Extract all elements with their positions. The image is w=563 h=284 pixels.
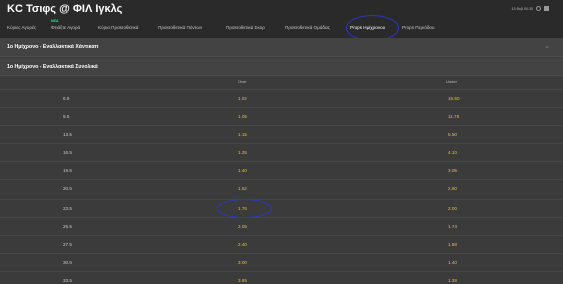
over-odds[interactable]: 1.15 [238, 132, 247, 137]
under-odds[interactable]: 3.05 [448, 168, 457, 173]
column-over: Over [238, 79, 247, 84]
tab-score-props[interactable]: Προϊσοθετικά Σκορ [226, 25, 265, 30]
under-odds[interactable]: 1.74 [448, 224, 457, 229]
betting-page: ΚC Τσιφς @ ΦΙΛ Ιγκλς 13 Φεβ 00:30 Κύριες… [0, 0, 563, 284]
line-value: 13.5 [63, 132, 72, 137]
under-odds[interactable]: 4.10 [448, 150, 457, 155]
table-row: 16.5 1.25 4.10 [0, 143, 563, 161]
line-value: 23.5 [63, 206, 72, 211]
table-row: 27.5 2.40 1.58 [0, 235, 563, 253]
table-row: 26.5 2.05 1.74 [0, 217, 563, 235]
table-row: 23.5 1.76 2.00 [0, 199, 563, 217]
line-value: 6.5 [63, 96, 70, 101]
section-totals-title: 1ο Ημίχρονο - Εναλλακτικά Συνολικά [7, 64, 98, 70]
over-odds[interactable]: 3.00 [238, 260, 247, 265]
over-odds[interactable]: 1.40 [238, 168, 247, 173]
over-odds[interactable]: 1.02 [238, 96, 247, 101]
column-under: Under [446, 79, 457, 84]
table-row: 9.5 1.05 11.75 [0, 107, 563, 125]
line-value: 26.5 [63, 224, 72, 229]
over-odds[interactable]: 2.05 [238, 224, 247, 229]
match-datetime: 13 Φεβ 00:30 [511, 6, 533, 11]
header-utilities: 13 Φεβ 00:30 [511, 6, 549, 11]
table-row: 30.5 3.00 1.40 [0, 253, 563, 271]
market-tabs: Κύριες Αγορές Φτιάξτε Αγορά Κύρια Προϊσο… [0, 22, 563, 36]
table-row: 19.5 1.40 3.05 [0, 161, 563, 179]
tab-main-props[interactable]: Κύρια Προϊσοθετικά [98, 25, 138, 30]
line-value: 33.5 [63, 278, 72, 283]
table-row: 20.5 1.52 2.60 [0, 179, 563, 197]
over-odds[interactable]: 2.40 [238, 242, 247, 247]
line-value: 20.5 [63, 186, 72, 191]
under-odds[interactable]: 11.75 [448, 114, 459, 119]
under-odds[interactable]: 16.50 [448, 96, 460, 101]
stats-icon[interactable] [536, 6, 541, 11]
tab-period-props[interactable]: Props Περιόδου [402, 25, 434, 30]
chevron-down-icon[interactable]: ⌄ [544, 42, 550, 50]
tab-team-props[interactable]: Προϊσοθετικά Ομάδας [285, 25, 330, 30]
widget-icon[interactable] [544, 6, 549, 11]
over-odds[interactable]: 1.05 [238, 114, 247, 119]
section-handicap[interactable]: 1ο Ημίχρονο - Εναλλακτικά Χάντικαπ ⌄ [0, 38, 563, 57]
tab-build-bet[interactable]: Φτιάξτε Αγορά [51, 25, 80, 30]
line-value: 9.5 [63, 114, 70, 119]
under-odds[interactable]: 1.58 [448, 242, 457, 247]
under-odds[interactable]: 1.40 [448, 260, 457, 265]
tab-main-markets[interactable]: Κύριες Αγορές [7, 25, 36, 30]
line-value: 19.5 [63, 168, 72, 173]
over-odds[interactable]: 3.65 [238, 278, 247, 283]
line-value: 16.5 [63, 150, 72, 155]
under-odds[interactable]: 5.50 [448, 132, 457, 137]
under-odds[interactable]: 2.00 [448, 206, 457, 211]
table-row: 13.5 1.15 5.50 [0, 125, 563, 143]
table-row: 6.5 1.02 16.50 [0, 89, 563, 107]
under-odds[interactable]: 1.28 [448, 278, 457, 283]
match-title: ΚC Τσιφς @ ΦΙΛ Ιγκλς [7, 3, 123, 15]
line-value: 27.5 [63, 242, 72, 247]
tab-player-points-props[interactable]: Προϊσοθετικά Πόντων [158, 25, 202, 30]
over-odds[interactable]: 1.25 [238, 150, 247, 155]
under-odds[interactable]: 2.60 [448, 186, 457, 191]
new-badge: ΝΕΑ [51, 19, 59, 23]
match-header: ΚC Τσιφς @ ΦΙΛ Ιγκλς 13 Φεβ 00:30 Κύριες… [0, 0, 563, 38]
section-totals[interactable]: 1ο Ημίχρονο - Εναλλακτικά Συνολικά [0, 58, 563, 76]
line-value: 30.5 [63, 260, 72, 265]
annotation-circle-odd [217, 199, 272, 218]
table-row: 33.5 3.65 1.28 [0, 271, 563, 284]
section-handicap-title: 1ο Ημίχρονο - Εναλλακτικά Χάντικαπ [7, 44, 99, 50]
over-odds[interactable]: 1.52 [238, 186, 247, 191]
